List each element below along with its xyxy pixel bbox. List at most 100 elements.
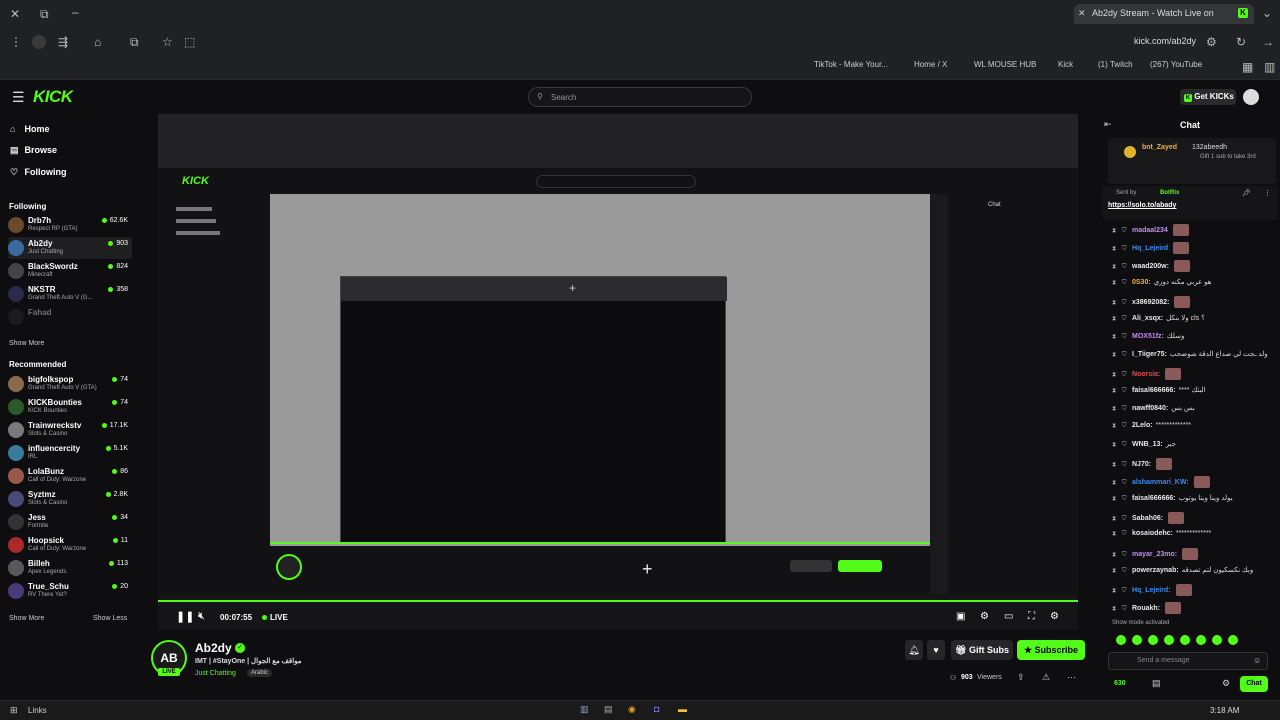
chat-send-button[interactable]: Chat (1240, 676, 1268, 692)
recommended-channel[interactable]: Billeh Apex Legends 113 (8, 557, 132, 579)
grid-icon[interactable]: ▦ (1242, 60, 1253, 74)
taskbar-links[interactable]: Links (28, 706, 47, 715)
pin-icon[interactable]: 📌︎ (1242, 189, 1251, 197)
chat-message[interactable]: ⧗ ⛉ NJ70: (1112, 458, 1173, 470)
taskbar-app-1-icon[interactable]: ▥ (580, 704, 589, 715)
gear-icon[interactable]: ⚙ (1050, 611, 1059, 622)
bookmark-twitch[interactable]: (1) Twitch (1098, 60, 1133, 69)
chat-message[interactable]: ⧗ ⛉ nawff0840: بس بس (1112, 404, 1195, 412)
active-tab[interactable]: ✕ Ab2dy Stream - Watch Live on K (1074, 4, 1254, 24)
minimize-icon[interactable]: – (72, 5, 79, 19)
tab-close-icon[interactable]: ✕ (1078, 8, 1086, 19)
pinned-gift-card[interactable]: bnt_Zayed 132abeedh Gift 1 sub to take 3… (1108, 138, 1276, 184)
following-channel[interactable]: Ab2dy Just Chatting 903 (8, 237, 132, 259)
chat-message[interactable]: ⧗ ⛉ mayar_23mo: (1112, 548, 1199, 560)
address-bar[interactable]: kick.com/ab2dy (1134, 36, 1196, 46)
chat-message[interactable]: ⧗ ⛉ Noorsia: (1112, 368, 1182, 380)
chat-username[interactable]: Hq_Lejeird (1132, 245, 1168, 252)
nav-browse[interactable]: ▤ Browse (10, 145, 57, 156)
chat-message[interactable]: ⧗ ⛉ I_Tiiger75: ولد ـجت لي صداع الدقة شوضحب (1112, 350, 1268, 358)
extension-icon[interactable]: ⇶ (58, 35, 68, 49)
sidebar-toggle-icon[interactable]: ▥ (1264, 60, 1275, 74)
share-icon[interactable]: ⇪ (1017, 672, 1025, 683)
chat-message[interactable]: ⧗ ⛉ madaal234 (1112, 224, 1189, 236)
follow-heart-icon[interactable]: ♥ (927, 640, 945, 660)
subscribe-button[interactable]: ★ Subscribe (1017, 640, 1085, 660)
chat-message[interactable]: ⧗ ⛉ waad200w: (1112, 260, 1190, 272)
recommended-channel[interactable]: Trainwreckstv Slots & Casino 17.1K (8, 419, 132, 441)
following-channel[interactable]: NKSTR Grand Theft Auto V (G... 358 (8, 283, 132, 305)
windows-icon[interactable]: ⊞ (10, 705, 18, 716)
recommended-channel[interactable]: KICKBounties KICK Bounties 74 (8, 396, 132, 418)
calendar-icon[interactable]: ▤ (1152, 678, 1161, 689)
recommended-channel[interactable]: LolaBunz Call of Duty: Warzone 86 (8, 465, 132, 487)
chat-message[interactable]: ⧗ ⛉ kosaiodehc: ************* (1112, 530, 1211, 537)
kick-logo[interactable]: KICK (33, 87, 73, 107)
bookmark-tiktok[interactable]: TikTok - Make Your... (814, 60, 888, 69)
report-icon[interactable]: ⚠ (1042, 672, 1050, 683)
pinned-link[interactable]: https://solo.to/abady (1108, 202, 1176, 209)
more-icon[interactable]: ⋯ (1067, 672, 1076, 683)
menu-dots-icon[interactable]: ⋮ (10, 35, 22, 49)
recommended-channel[interactable]: Hoopsick Call of Duty: Warzone 11 (8, 534, 132, 556)
recommended-channel[interactable]: True_Schu RV There Yet? 20 (8, 580, 132, 602)
screenshot-icon[interactable]: ⬚ (184, 35, 195, 49)
mute-icon[interactable]: 🔇︎ (198, 610, 205, 623)
chat-username[interactable]: waad200w: (1132, 263, 1169, 270)
clip-icon[interactable]: ▣ (956, 611, 965, 622)
recommended-channel[interactable]: Syztmz Slots & Casino 2.8K (8, 488, 132, 510)
chat-settings-icon[interactable]: ⚙ (1222, 678, 1230, 689)
gift-subs-button[interactable]: 🎁︎ Gift Subs (951, 640, 1013, 660)
chat-message[interactable]: ⧗ ⛉ 2Lelo: ************* (1112, 422, 1191, 429)
bookmark-wlmouse[interactable]: WL MOUSE HUB (974, 60, 1036, 69)
chat-message[interactable]: ⧗ ⛉ faisal666666: يولد وينا وينا يوتوب (1112, 494, 1233, 502)
chat-message[interactable]: ⧗ ⛉ faisal666666: **** البثك (1112, 386, 1206, 394)
recommended-channel[interactable]: bigfolkspop Grand Theft Auto V (GTA) 74 (8, 373, 132, 395)
chrome-icon[interactable]: ◉ (628, 704, 636, 715)
chat-message[interactable]: ⧗ ⛉ Sabah06: (1112, 512, 1185, 524)
bookmark-youtube[interactable]: (267) YouTube (1150, 60, 1202, 69)
back-icon[interactable]: → (1262, 35, 1274, 49)
recommended-channel[interactable]: influencercity IRL 5.1K (8, 442, 132, 464)
chat-username[interactable]: WNB_13: (1132, 441, 1163, 448)
chat-message[interactable]: ⧗ ⛉ powerzaynab: وبك نكسكيون لتم تصدقه (1112, 566, 1253, 574)
show-less-recommended[interactable]: Show Less (93, 615, 127, 622)
language-tag[interactable]: Arabic (247, 669, 273, 677)
vpn-icon[interactable]: ⌂ (94, 35, 101, 49)
nav-home[interactable]: ⌂ Home (10, 124, 50, 134)
pause-icon[interactable]: ❚❚ (176, 610, 194, 623)
chat-message[interactable]: ⧗ ⛉ x38692082: (1112, 296, 1191, 308)
nav-following[interactable]: ♡ Following (10, 167, 67, 178)
user-avatar[interactable] (1243, 89, 1259, 105)
recommended-channel[interactable]: Jess Fortnite 34 (8, 511, 132, 533)
profile-icon[interactable] (32, 35, 46, 49)
chat-username[interactable]: 2Lelo: (1132, 422, 1153, 429)
chat-username[interactable]: faisal666666: (1132, 387, 1176, 394)
chat-username[interactable]: x38692082: (1132, 299, 1169, 306)
bookmark-kick[interactable]: Kick (1058, 60, 1073, 69)
taskbar-app-2-icon[interactable]: ▤ (604, 704, 613, 715)
chat-username[interactable]: NJ70: (1132, 461, 1151, 468)
bookmark-x[interactable]: Home / X (914, 60, 947, 69)
chat-message[interactable]: ⧗ ⛉ 0S30: هو عربي مكنه دوري (1112, 278, 1212, 286)
close-icon[interactable]: ✕ (10, 7, 20, 21)
following-channel[interactable]: Fahad (8, 306, 132, 328)
chat-message[interactable]: ⧗ ⛉ WNB_13: جبر (1112, 440, 1176, 448)
show-more-recommended[interactable]: Show More (9, 615, 44, 622)
site-settings-icon[interactable]: ⚙ (1206, 35, 1217, 49)
emoji-icon[interactable]: ☺ (1253, 656, 1261, 665)
chat-username[interactable]: MOX51fz: (1132, 333, 1164, 340)
bell-icon[interactable]: 🔔︎ (905, 640, 923, 660)
folder-icon[interactable]: ▬ (678, 704, 687, 714)
theater-icon[interactable]: ▭ (1004, 611, 1013, 622)
share-icon[interactable]: ⧉ (130, 35, 139, 49)
get-kicks-button[interactable]: K Get KICKs (1180, 89, 1236, 105)
kick-points[interactable]: 630 (1114, 680, 1126, 687)
restore-icon[interactable]: ⧉ (40, 7, 49, 21)
collapse-chat-icon[interactable]: ⇤ (1104, 119, 1112, 130)
settings-icon[interactable]: ⚙ (980, 611, 989, 622)
show-more-following[interactable]: Show More (9, 340, 44, 347)
discord-icon[interactable]: ◘ (654, 704, 659, 714)
chat-message[interactable]: ⧗ ⛉ Rouakh: (1112, 602, 1181, 614)
stream-category[interactable]: Just Chatting (195, 670, 236, 677)
